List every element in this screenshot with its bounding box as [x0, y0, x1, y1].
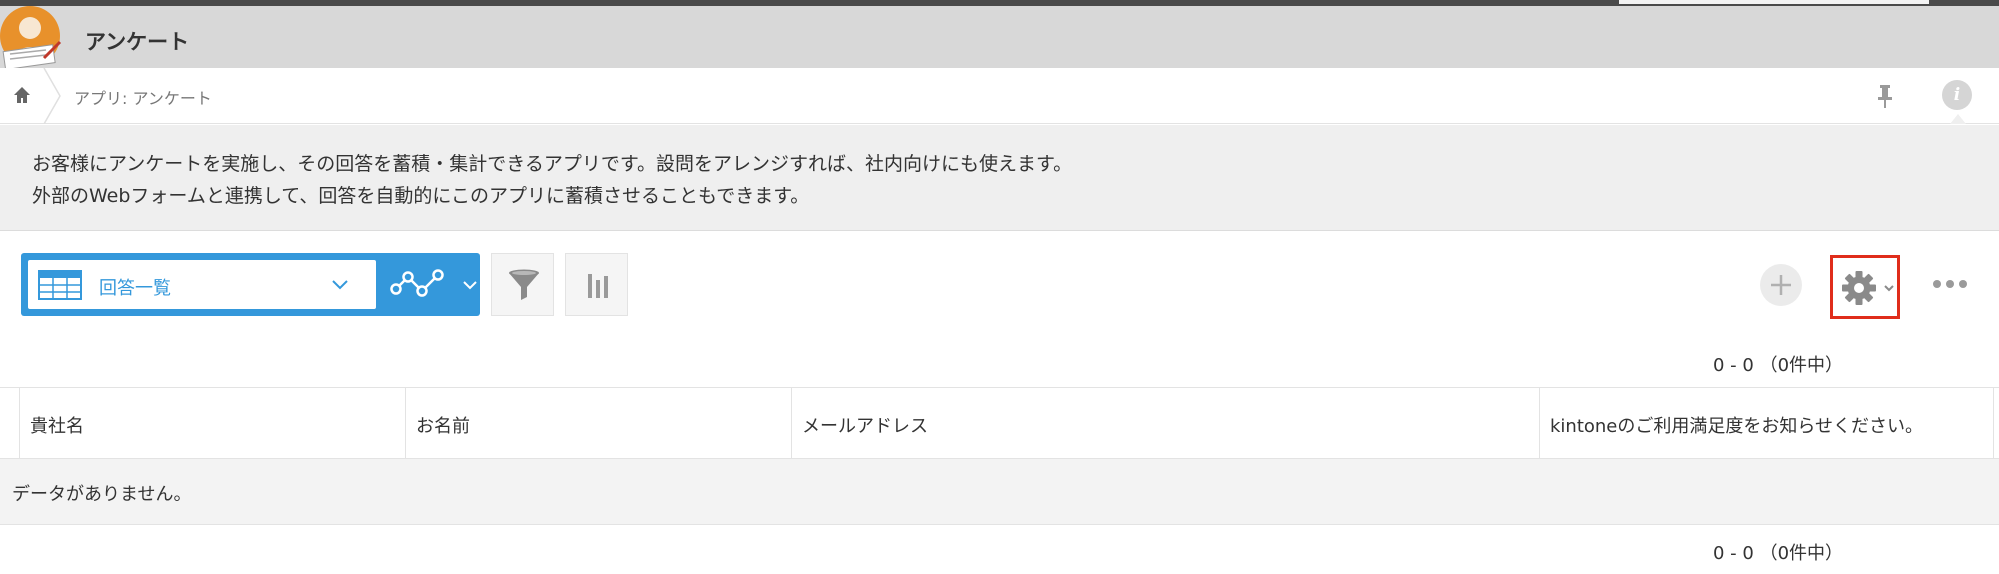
breadcrumb-separator	[43, 68, 61, 124]
empty-table-row: データがありません。	[0, 459, 1999, 525]
top-bar-field	[1619, 0, 1929, 4]
more-dots-icon	[1933, 280, 1967, 288]
chevron-down-icon	[1884, 285, 1894, 292]
table-icon	[38, 270, 82, 300]
breadcrumb-app-link[interactable]: アプリ: アンケート	[74, 85, 212, 109]
table-gutter	[0, 388, 20, 460]
description-line-2: 外部のWebフォームと連携して、回答を自動的にこのアプリに蓄積させることもできま…	[32, 185, 810, 207]
home-icon	[14, 87, 30, 103]
plus-icon	[1771, 275, 1791, 295]
app-settings-button[interactable]	[1830, 255, 1900, 319]
pagination-top: 0 - 0 （0件中）	[1713, 355, 1844, 376]
filter-button[interactable]	[491, 253, 554, 316]
gear-icon	[1842, 271, 1876, 305]
breadcrumb: アプリ: アンケート i	[0, 68, 1999, 124]
chart-button[interactable]	[565, 253, 628, 316]
column-label: 貴社名	[30, 416, 84, 437]
view-dropdown[interactable]: 回答一覧	[28, 260, 376, 309]
empty-message: データがありません。	[12, 484, 192, 505]
info-button[interactable]: i	[1942, 80, 1972, 110]
column-header-satisfaction[interactable]: kintoneのご利用満足度をお知らせください。	[1540, 388, 1994, 460]
app-title: アンケート	[85, 30, 190, 54]
view-name: 回答一覧	[99, 278, 171, 299]
chevron-down-icon	[332, 280, 348, 290]
app-header: アンケート	[0, 6, 1999, 71]
pagination-bottom: 0 - 0 （0件中）	[1713, 543, 1844, 564]
home-button[interactable]	[0, 68, 44, 124]
chevron-down-icon	[463, 281, 477, 290]
bar-chart-icon	[588, 274, 608, 298]
graph-icon	[390, 269, 444, 297]
add-record-button[interactable]	[1760, 264, 1802, 306]
description-line-1: お客様にアンケートを実施し、その回答を蓄積・集計できるアプリです。設問をアレンジ…	[32, 153, 1073, 175]
filter-icon	[509, 269, 539, 300]
more-options-button[interactable]	[1930, 272, 1970, 296]
record-table-header: 貴社名 お名前 メールアドレス kintoneのご利用満足度をお知らせください。	[0, 387, 1999, 460]
column-header-name[interactable]: お名前	[406, 388, 792, 460]
app-description: お客様にアンケートを実施し、その回答を蓄積・集計できるアプリです。設問をアレンジ…	[0, 125, 1999, 231]
column-header-company[interactable]: 貴社名	[20, 388, 406, 460]
column-header-email[interactable]: メールアドレス	[792, 388, 1540, 460]
graph-dropdown-button[interactable]	[376, 253, 480, 316]
survey-person-icon[interactable]	[0, 6, 64, 72]
view-selector: 回答一覧	[21, 253, 480, 316]
column-label: お名前	[416, 416, 470, 437]
info-pointer	[1950, 114, 1966, 124]
pin-icon[interactable]	[1872, 82, 1898, 110]
column-label: メールアドレス	[802, 416, 928, 437]
column-label: kintoneのご利用満足度をお知らせください。	[1550, 416, 1924, 437]
